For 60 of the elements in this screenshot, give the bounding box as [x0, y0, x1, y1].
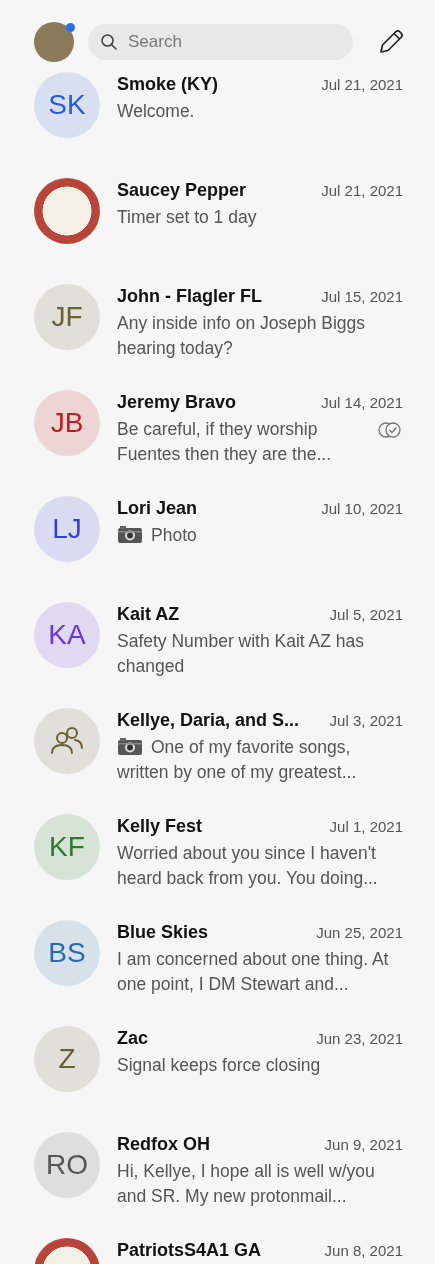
- message-date: Jul 3, 2021: [329, 712, 403, 729]
- conversation-item[interactable]: Saucey Pepper Jul 21, 2021 Timer set to 1 day: [0, 178, 435, 284]
- message-preview: Welcome.: [117, 100, 196, 123]
- profile-avatar[interactable]: [34, 22, 74, 62]
- contact-avatar: KA: [34, 602, 100, 668]
- conversation-item[interactable]: PatriotsS4A1 GA Jun 8, 2021: [0, 1238, 435, 1264]
- message-date: Jul 5, 2021: [329, 606, 403, 623]
- contact-name: John - Flagler FL: [117, 286, 262, 307]
- group-icon: [49, 726, 85, 756]
- contact-name: Kait AZ: [117, 604, 180, 625]
- message-date: Jun 9, 2021: [324, 1136, 403, 1153]
- message-preview: Hi, Kellye, I hope all is well w/you and SR. My new protonmail...: [117, 1160, 376, 1208]
- conversation-item[interactable]: KF Kelly Fest Jul 1, 2021 Worried about you since I haven't heard back from you. You doing...: [0, 814, 435, 920]
- contact-avatar: RO: [34, 1132, 100, 1198]
- message-preview: Any inside info on Joseph Biggs hearing today?: [117, 312, 367, 360]
- conversation-item[interactable]: SK Smoke (KY) Jul 21, 2021 Welcome.: [0, 72, 435, 178]
- contact-avatar: JF: [34, 284, 100, 350]
- message-date: Jun 23, 2021: [316, 1030, 403, 1047]
- message-preview: I am concerned about one thing. At one point, I DM Stewart and...: [117, 948, 390, 996]
- conversation-item[interactable]: RO Redfox OH Jun 9, 2021 Hi, Kellye, I hope all is well w/you and SR. My new protonmail...: [0, 1132, 435, 1238]
- contact-name: Kelly Fest: [117, 816, 203, 837]
- contact-name: Zac: [117, 1028, 149, 1049]
- conversation-item[interactable]: Kellye, Daria, and S... Jul 3, 2021 One of my favorite songs, written by one of my greatest...: [0, 708, 435, 814]
- contact-name: Redfox OH: [117, 1134, 210, 1155]
- message-preview: Be careful, if they worship Fuentes then they are the...: [117, 418, 333, 466]
- conversation-item[interactable]: JF John - Flagler FL Jul 15, 2021 Any inside info on Joseph Biggs hearing today?: [0, 284, 435, 390]
- message-preview: One of my favorite songs, written by one of my greatest...: [117, 735, 358, 784]
- contact-avatar: SK: [34, 72, 100, 138]
- conversation-item[interactable]: KA Kait AZ Jul 5, 2021 Safety Number with Kait AZ has changed: [0, 602, 435, 708]
- contact-name: Lori Jean: [117, 498, 198, 519]
- message-date: Jun 25, 2021: [316, 924, 403, 941]
- message-date: Jul 14, 2021: [321, 394, 403, 411]
- compose-pencil-icon[interactable]: [377, 28, 405, 56]
- contact-name: Blue Skies: [117, 922, 209, 943]
- message-date: Jul 15, 2021: [321, 288, 403, 305]
- message-date: Jul 21, 2021: [321, 182, 403, 199]
- message-date: Jul 1, 2021: [329, 818, 403, 835]
- message-preview: Worried about you since I haven't heard back from you. You doing...: [117, 842, 379, 890]
- search-field[interactable]: Search: [88, 24, 353, 60]
- conversation-item[interactable]: Z Zac Jun 23, 2021 Signal keeps force closing: [0, 1026, 435, 1132]
- contact-avatar: LJ: [34, 496, 100, 562]
- contact-name: Smoke (KY): [117, 74, 219, 95]
- message-preview: Photo: [117, 523, 403, 548]
- conversation-item[interactable]: LJ Lori Jean Jul 10, 2021 Photo: [0, 496, 435, 602]
- contact-avatar: KF: [34, 814, 100, 880]
- message-date: Jul 10, 2021: [321, 500, 403, 517]
- contact-name: PatriotsS4A1 GA: [117, 1240, 262, 1261]
- contact-avatar: BS: [34, 920, 100, 986]
- contact-name: Kellye, Daria, and S...: [117, 710, 300, 731]
- conversation-item[interactable]: JB Jeremy Bravo Jul 14, 2021 Be careful, if they worship Fuentes then they are the...: [0, 390, 435, 496]
- message-preview: Safety Number with Kait AZ has changed: [117, 630, 366, 678]
- message-date: Jun 8, 2021: [324, 1242, 403, 1259]
- contact-name: Saucey Pepper: [117, 180, 247, 201]
- contact-avatar: Z: [34, 1026, 100, 1092]
- message-preview: Timer set to 1 day: [117, 206, 258, 229]
- message-preview: Signal keeps force closing: [117, 1054, 322, 1077]
- contact-name: Jeremy Bravo: [117, 392, 237, 413]
- contact-avatar: JB: [34, 390, 100, 456]
- conversation-item[interactable]: BS Blue Skies Jun 25, 2021 I am concerned about one thing. At one point, I DM Stewart and...: [0, 920, 435, 1026]
- message-date: Jul 21, 2021: [321, 76, 403, 93]
